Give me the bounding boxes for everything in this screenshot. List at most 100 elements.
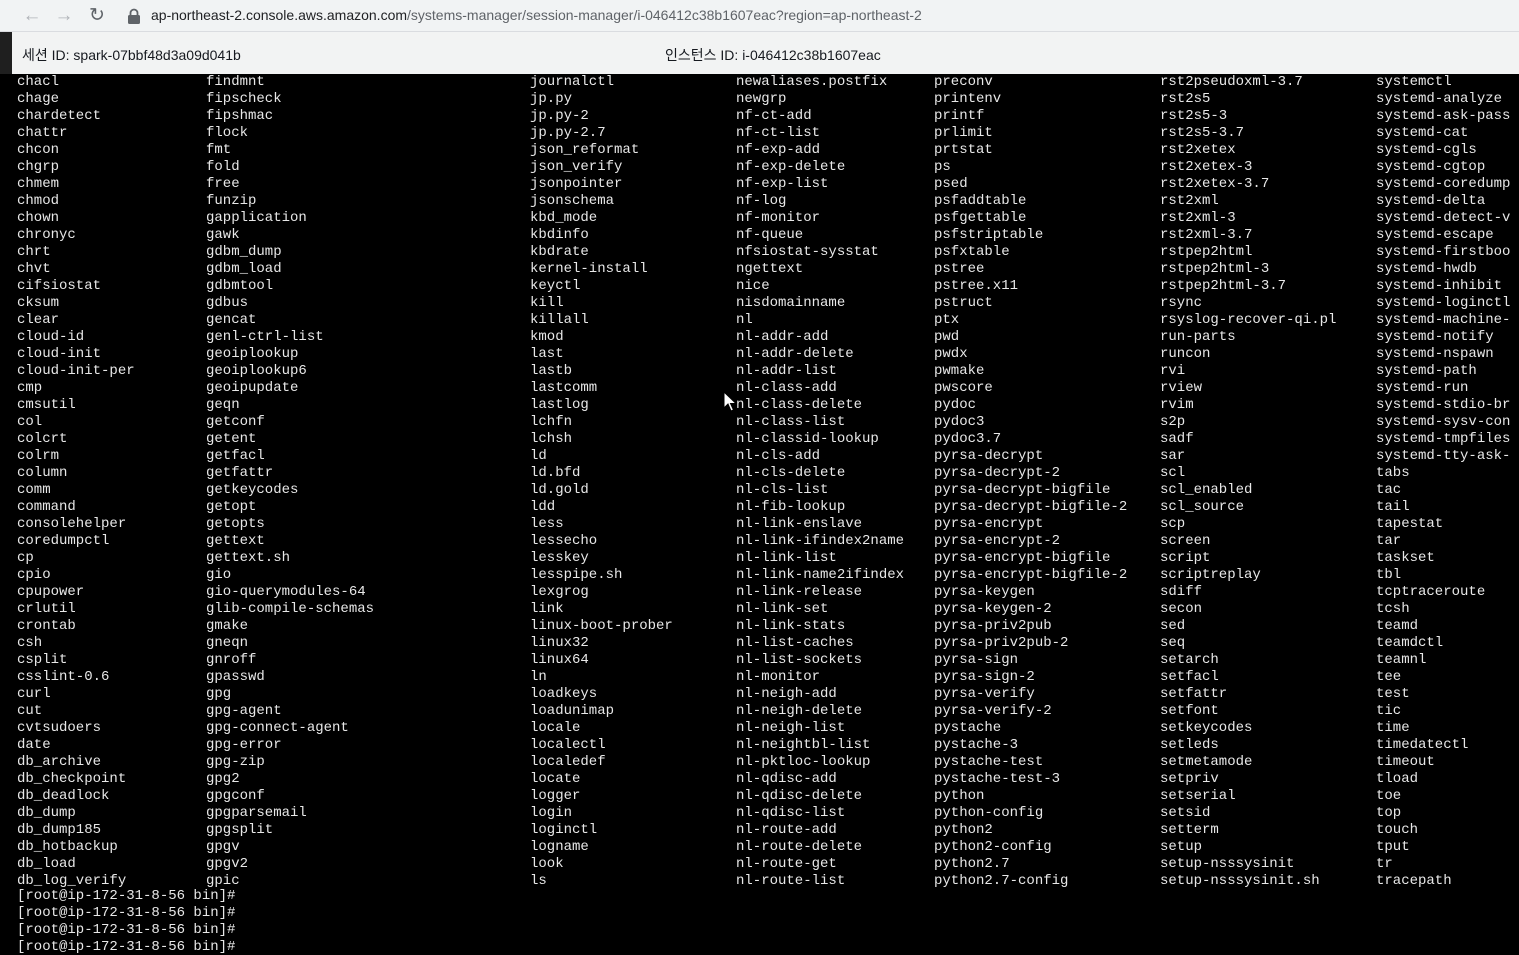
- terminal-output[interactable]: chacl chage chardetect chattr chcon chgrp chme…: [0, 74, 1519, 955]
- terminal-entry: python2.7: [934, 856, 1010, 872]
- terminal-entry: csplit: [17, 652, 68, 668]
- reload-icon[interactable]: ↻: [85, 4, 109, 28]
- terminal-entry: jp.py-2: [530, 108, 589, 124]
- terminal-entry: pyrsa-encrypt-2: [934, 533, 1061, 549]
- terminal-entry: csslint-0.6: [17, 669, 110, 685]
- terminal-entry: cmp: [17, 380, 43, 396]
- terminal-entry: tcptraceroute: [1376, 584, 1486, 600]
- terminal-entry: systemd-coredump: [1376, 176, 1511, 192]
- terminal-entry: setsid: [1160, 805, 1211, 821]
- terminal-entry: pystache-3: [934, 737, 1019, 753]
- terminal-entry: pyrsa-sign: [934, 652, 1019, 668]
- terminal-entry: cloud-init: [17, 346, 102, 362]
- lock-icon[interactable]: [127, 8, 141, 24]
- terminal-entry: tic: [1376, 703, 1402, 719]
- terminal-entry: run-parts: [1160, 329, 1236, 345]
- terminal-entry: gpgsplit: [206, 822, 274, 838]
- terminal-entry: chronyc: [17, 227, 76, 243]
- terminal-entry: ld: [530, 448, 547, 464]
- terminal-entry: getopt: [206, 499, 257, 515]
- terminal-entry: gpgparsemail: [206, 805, 307, 821]
- terminal-entry: nl-pktloc-lookup: [736, 754, 871, 770]
- url-path: /systems-manager/session-manager/i-04641…: [407, 7, 922, 23]
- terminal-entry: systemd-stdio-br: [1376, 397, 1511, 413]
- terminal-entry: loginctl: [530, 822, 598, 838]
- terminal-entry: gettext.sh: [206, 550, 291, 566]
- terminal-entry: pydoc3: [934, 414, 985, 430]
- terminal-entry: ln: [530, 669, 547, 685]
- terminal-entry: chmem: [17, 176, 60, 192]
- terminal-entry: systemd-sysv-con: [1376, 414, 1511, 430]
- terminal-entry: comm: [17, 482, 51, 498]
- terminal-entry: locale: [530, 720, 581, 736]
- terminal-entry: tbl: [1376, 567, 1402, 583]
- terminal-entry: nl-link-ifindex2name: [736, 533, 905, 549]
- terminal-entry: ld.bfd: [530, 465, 581, 481]
- terminal-entry: linux32: [530, 635, 589, 651]
- terminal-entry: tcsh: [1376, 601, 1410, 617]
- terminal-entry: look: [530, 856, 564, 872]
- shell-prompt: [root@ip-172-31-8-56 bin]#: [17, 922, 236, 938]
- terminal-entry: setfont: [1160, 703, 1219, 719]
- forward-arrow-icon[interactable]: →: [52, 4, 76, 28]
- terminal-entry: systemd-notify: [1376, 329, 1494, 345]
- terminal-entry: killall: [530, 312, 589, 328]
- terminal-entry: pydoc3.7: [934, 431, 1002, 447]
- terminal-entry: geoiplookup6: [206, 363, 307, 379]
- shell-prompt: [root@ip-172-31-8-56 bin]#: [17, 939, 236, 955]
- terminal-entry: setmetamode: [1160, 754, 1253, 770]
- terminal-entry: cpio: [17, 567, 51, 583]
- terminal-entry: cmsutil: [17, 397, 76, 413]
- terminal-entry: cvtsudoers: [17, 720, 102, 736]
- terminal-entry: lastlog: [530, 397, 589, 413]
- terminal-entry: pwd: [934, 329, 960, 345]
- terminal-entry: kbdinfo: [530, 227, 589, 243]
- terminal-entry: logname: [530, 839, 589, 855]
- terminal-entry: systemd-machine-: [1376, 312, 1511, 328]
- terminal-entry: gdbus: [206, 295, 249, 311]
- terminal-entry: pstruct: [934, 295, 993, 311]
- session-id-label: 세션 ID: spark-07bbf48d3a09d041b: [22, 47, 241, 63]
- terminal-entry: setkeycodes: [1160, 720, 1253, 736]
- terminal-entry: jsonpointer: [530, 176, 623, 192]
- terminal-entry: gmake: [206, 618, 249, 634]
- terminal-entry: pystache: [934, 720, 1002, 736]
- terminal-entry: nice: [736, 278, 770, 294]
- terminal-entry: journalctl: [530, 74, 615, 90]
- terminal-entry: gdbmtool: [206, 278, 274, 294]
- terminal-entry: setterm: [1160, 822, 1219, 838]
- terminal-entry: crontab: [17, 618, 76, 634]
- terminal-entry: pstree: [934, 261, 985, 277]
- terminal-entry: gpg-error: [206, 737, 282, 753]
- terminal-entry: ptx: [934, 312, 960, 328]
- back-arrow-icon[interactable]: ←: [20, 4, 44, 28]
- terminal-entry: chmod: [17, 193, 60, 209]
- terminal-entry: rstpep2html-3.7: [1160, 278, 1287, 294]
- terminal-entry: jp.py: [530, 91, 573, 107]
- terminal-entry: nf-exp-add: [736, 142, 821, 158]
- terminal-entry: gpg: [206, 686, 232, 702]
- terminal-entry: nl-classid-lookup: [736, 431, 879, 447]
- url-field[interactable]: ap-northeast-2.console.aws.amazon.com/sy…: [151, 7, 922, 23]
- terminal-entry: gawk: [206, 227, 240, 243]
- terminal-entry: db_deadlock: [17, 788, 110, 804]
- terminal-entry: chattr: [17, 125, 68, 141]
- terminal-entry: rst2xml-3.7: [1160, 227, 1253, 243]
- terminal-entry: systemd-inhibit: [1376, 278, 1503, 294]
- terminal-entry: cloud-init-per: [17, 363, 135, 379]
- terminal-entry: gpg2: [206, 771, 240, 787]
- terminal-entry: db_dump: [17, 805, 76, 821]
- terminal-entry: linux-boot-prober: [530, 618, 673, 634]
- terminal-entry: db_hotbackup: [17, 839, 118, 855]
- terminal-entry: systemd-tmpfiles: [1376, 431, 1511, 447]
- terminal-entry: rsyslog-recover-qi.pl: [1160, 312, 1337, 328]
- terminal-entry: rst2xetex-3.7: [1160, 176, 1270, 192]
- terminal-entry: python2-config: [934, 839, 1052, 855]
- terminal-entry: psfgettable: [934, 210, 1027, 226]
- terminal-entry: prlimit: [934, 125, 993, 141]
- terminal-entry: nl-neigh-list: [736, 720, 846, 736]
- terminal-entry: gpgv: [206, 839, 240, 855]
- terminal-entry: nl-monitor: [736, 669, 821, 685]
- terminal-entry: time: [1376, 720, 1410, 736]
- terminal-entry: systemd-escape: [1376, 227, 1494, 243]
